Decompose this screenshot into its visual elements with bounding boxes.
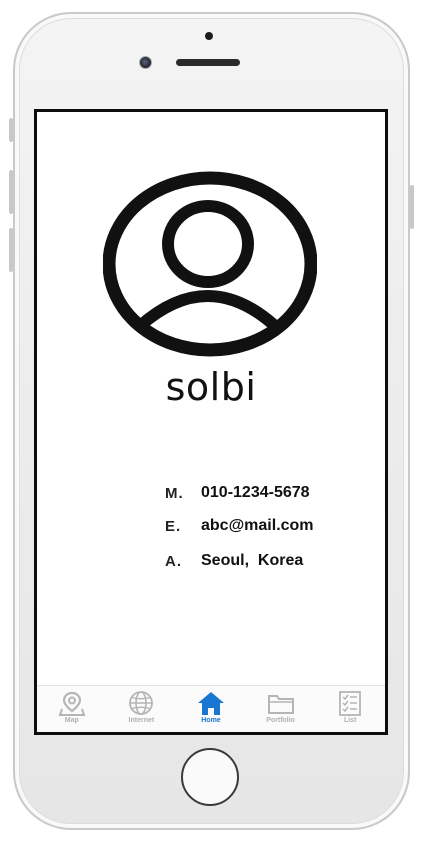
volume-up-button [9, 170, 13, 214]
earpiece-speaker [176, 59, 240, 66]
home-button[interactable] [181, 748, 239, 806]
mobile-key: M. [165, 484, 184, 502]
power-button [410, 185, 414, 229]
user-avatar-icon [103, 171, 317, 357]
volume-down-button [9, 228, 13, 272]
tab-portfolio-label: Portfolio [266, 717, 295, 724]
tab-home[interactable]: Home [176, 686, 246, 732]
tab-list[interactable]: List [315, 686, 385, 732]
address-value[interactable]: Seoul, Korea [201, 552, 303, 570]
tab-list-label: List [343, 717, 357, 724]
email-value[interactable]: abc@mail.com [201, 517, 314, 535]
tab-map[interactable]: Map [37, 686, 107, 732]
mobile-value[interactable]: 010-1234-5678 [201, 484, 310, 502]
folder-icon [267, 695, 294, 714]
tab-portfolio[interactable]: Portfolio [246, 686, 316, 732]
email-key: E. [165, 517, 182, 535]
tab-map-label: Map [64, 717, 79, 724]
map-pin-icon [58, 691, 86, 716]
home-icon [197, 692, 224, 715]
front-camera-icon [139, 56, 152, 69]
tab-internet[interactable]: Internet [107, 686, 177, 732]
tab-home-label: Home [201, 717, 221, 724]
address-key: A. [165, 552, 182, 570]
contact-mobile: M. 010-1234-5678 [165, 482, 310, 504]
proximity-sensor [205, 32, 213, 40]
globe-icon [129, 691, 154, 715]
contact-email: E. abc@mail.com [165, 515, 314, 537]
profile-name: solbi [165, 365, 257, 409]
phone-screen: solbi M. 010-1234-5678 E. abc@mail.com A… [34, 109, 388, 735]
tab-internet-label: Internet [128, 717, 155, 724]
checklist-icon [339, 691, 362, 716]
contact-address: A. Seoul, Korea [165, 550, 303, 572]
tab-bar: Map Internet Home Portfolio List [37, 685, 385, 732]
mute-switch [9, 118, 13, 142]
